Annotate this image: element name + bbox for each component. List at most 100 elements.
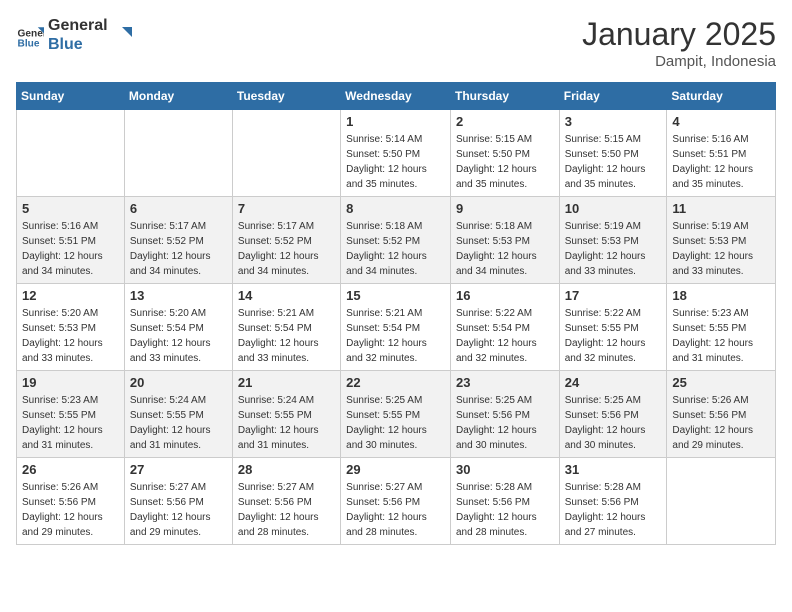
calendar-week-4: 19 Sunrise: 5:23 AMSunset: 5:55 PMDayligh… bbox=[17, 371, 776, 458]
day-info: Sunrise: 5:26 AMSunset: 5:56 PMDaylight:… bbox=[22, 480, 119, 540]
day-info: Sunrise: 5:24 AMSunset: 5:55 PMDaylight:… bbox=[130, 393, 227, 453]
day-number: 23 bbox=[456, 375, 554, 390]
day-info: Sunrise: 5:25 AMSunset: 5:56 PMDaylight:… bbox=[565, 393, 662, 453]
calendar-week-3: 12Sunrise: 5:20 AMSunset: 5:53 PMDayligh… bbox=[17, 284, 776, 371]
col-saturday: Saturday bbox=[667, 83, 776, 110]
day-info: Sunrise: 5:23 AMSunset: 5:55 PMDaylight:… bbox=[672, 306, 770, 366]
day-info: Sunrise: 5:21 AMSunset: 5:54 PMDaylight:… bbox=[238, 306, 335, 366]
day-number: 10 bbox=[565, 201, 662, 216]
calendar-cell: 19 Sunrise: 5:23 AMSunset: 5:55 PMDayligh… bbox=[17, 371, 125, 458]
location: Dampit, Indonesia bbox=[582, 53, 776, 70]
calendar-week-5: 26 Sunrise: 5:26 AMSunset: 5:56 PMDayligh… bbox=[17, 458, 776, 545]
day-info: Sunrise: 5:21 AMSunset: 5:54 PMDaylight:… bbox=[346, 306, 445, 366]
day-info: Sunrise: 5:14 AMSunset: 5:50 PMDaylight:… bbox=[346, 132, 445, 192]
day-number: 22 bbox=[346, 375, 445, 390]
day-info: Sunrise: 5:16 AMSunset: 5:51 PMDaylight:… bbox=[22, 219, 119, 279]
day-number: 26 bbox=[22, 462, 119, 477]
day-number: 18 bbox=[672, 288, 770, 303]
day-info: Sunrise: 5:23 AMSunset: 5:55 PMDaylight:… bbox=[22, 393, 119, 453]
day-number: 3 bbox=[565, 114, 662, 129]
calendar-cell: 31 Sunrise: 5:28 AMSunset: 5:56 PMDayligh… bbox=[559, 458, 667, 545]
calendar-week-2: 5 Sunrise: 5:16 AMSunset: 5:51 PMDaylight… bbox=[17, 197, 776, 284]
calendar-cell bbox=[17, 110, 125, 197]
calendar-cell: 23Sunrise: 5:25 AMSunset: 5:56 PMDayligh… bbox=[450, 371, 559, 458]
day-number: 15 bbox=[346, 288, 445, 303]
calendar-cell: 5 Sunrise: 5:16 AMSunset: 5:51 PMDaylight… bbox=[17, 197, 125, 284]
calendar-week-1: 1Sunrise: 5:14 AMSunset: 5:50 PMDaylight… bbox=[17, 110, 776, 197]
day-info: Sunrise: 5:19 AMSunset: 5:53 PMDaylight:… bbox=[565, 219, 662, 279]
calendar-cell: 11 Sunrise: 5:19 AMSunset: 5:53 PMDayligh… bbox=[667, 197, 776, 284]
day-number: 30 bbox=[456, 462, 554, 477]
calendar-cell: 28 Sunrise: 5:27 AMSunset: 5:56 PMDayligh… bbox=[232, 458, 340, 545]
calendar-cell: 12Sunrise: 5:20 AMSunset: 5:53 PMDayligh… bbox=[17, 284, 125, 371]
day-info: Sunrise: 5:20 AMSunset: 5:54 PMDaylight:… bbox=[130, 306, 227, 366]
calendar-cell: 2Sunrise: 5:15 AMSunset: 5:50 PMDaylight… bbox=[450, 110, 559, 197]
calendar-cell: 30 Sunrise: 5:28 AMSunset: 5:56 PMDayligh… bbox=[450, 458, 559, 545]
calendar-cell bbox=[124, 110, 232, 197]
logo-wave-icon bbox=[112, 25, 132, 45]
day-number: 24 bbox=[565, 375, 662, 390]
day-number: 14 bbox=[238, 288, 335, 303]
page-header: General Blue General Blue January 2025 D… bbox=[16, 16, 776, 70]
day-number: 11 bbox=[672, 201, 770, 216]
day-number: 28 bbox=[238, 462, 335, 477]
calendar-cell: 21 Sunrise: 5:24 AMSunset: 5:55 PMDayligh… bbox=[232, 371, 340, 458]
month-title: January 2025 bbox=[582, 16, 776, 53]
col-sunday: Sunday bbox=[17, 83, 125, 110]
day-info: Sunrise: 5:19 AMSunset: 5:53 PMDaylight:… bbox=[672, 219, 770, 279]
day-number: 5 bbox=[22, 201, 119, 216]
day-info: Sunrise: 5:27 AMSunset: 5:56 PMDaylight:… bbox=[130, 480, 227, 540]
day-number: 16 bbox=[456, 288, 554, 303]
title-block: January 2025 Dampit, Indonesia bbox=[582, 16, 776, 70]
day-info: Sunrise: 5:16 AMSunset: 5:51 PMDaylight:… bbox=[672, 132, 770, 192]
day-number: 29 bbox=[346, 462, 445, 477]
col-friday: Friday bbox=[559, 83, 667, 110]
day-info: Sunrise: 5:27 AMSunset: 5:56 PMDaylight:… bbox=[238, 480, 335, 540]
day-info: Sunrise: 5:22 AMSunset: 5:55 PMDaylight:… bbox=[565, 306, 662, 366]
calendar-table: Sunday Monday Tuesday Wednesday Thursday… bbox=[16, 82, 776, 545]
day-info: Sunrise: 5:28 AMSunset: 5:56 PMDaylight:… bbox=[456, 480, 554, 540]
calendar-cell: 3Sunrise: 5:15 AMSunset: 5:50 PMDaylight… bbox=[559, 110, 667, 197]
day-number: 4 bbox=[672, 114, 770, 129]
calendar-cell: 10 Sunrise: 5:19 AMSunset: 5:53 PMDayligh… bbox=[559, 197, 667, 284]
calendar-cell: 25Sunrise: 5:26 AMSunset: 5:56 PMDayligh… bbox=[667, 371, 776, 458]
day-info: Sunrise: 5:24 AMSunset: 5:55 PMDaylight:… bbox=[238, 393, 335, 453]
logo-line2: Blue bbox=[48, 35, 108, 54]
day-number: 21 bbox=[238, 375, 335, 390]
calendar-cell: 20 Sunrise: 5:24 AMSunset: 5:55 PMDayligh… bbox=[124, 371, 232, 458]
day-number: 6 bbox=[130, 201, 227, 216]
day-info: Sunrise: 5:17 AMSunset: 5:52 PMDaylight:… bbox=[238, 219, 335, 279]
day-number: 17 bbox=[565, 288, 662, 303]
day-number: 25 bbox=[672, 375, 770, 390]
calendar-cell: 9Sunrise: 5:18 AMSunset: 5:53 PMDaylight… bbox=[450, 197, 559, 284]
calendar-cell: 26 Sunrise: 5:26 AMSunset: 5:56 PMDayligh… bbox=[17, 458, 125, 545]
logo: General Blue General Blue bbox=[16, 16, 132, 54]
calendar-cell: 13Sunrise: 5:20 AMSunset: 5:54 PMDayligh… bbox=[124, 284, 232, 371]
calendar-cell: 7Sunrise: 5:17 AMSunset: 5:52 PMDaylight… bbox=[232, 197, 340, 284]
calendar-cell: 18 Sunrise: 5:23 AMSunset: 5:55 PMDayligh… bbox=[667, 284, 776, 371]
col-monday: Monday bbox=[124, 83, 232, 110]
day-info: Sunrise: 5:27 AMSunset: 5:56 PMDaylight:… bbox=[346, 480, 445, 540]
logo-line1: General bbox=[48, 16, 108, 35]
calendar-cell: 14 Sunrise: 5:21 AMSunset: 5:54 PMDayligh… bbox=[232, 284, 340, 371]
calendar-cell: 17 Sunrise: 5:22 AMSunset: 5:55 PMDayligh… bbox=[559, 284, 667, 371]
calendar-cell bbox=[667, 458, 776, 545]
calendar-cell bbox=[232, 110, 340, 197]
calendar-cell: 22 Sunrise: 5:25 AMSunset: 5:55 PMDayligh… bbox=[341, 371, 451, 458]
day-info: Sunrise: 5:28 AMSunset: 5:56 PMDaylight:… bbox=[565, 480, 662, 540]
calendar-cell: 6Sunrise: 5:17 AMSunset: 5:52 PMDaylight… bbox=[124, 197, 232, 284]
col-thursday: Thursday bbox=[450, 83, 559, 110]
calendar-cell: 15 Sunrise: 5:21 AMSunset: 5:54 PMDayligh… bbox=[341, 284, 451, 371]
col-wednesday: Wednesday bbox=[341, 83, 451, 110]
day-number: 19 bbox=[22, 375, 119, 390]
logo-icon: General Blue bbox=[16, 21, 44, 49]
day-info: Sunrise: 5:18 AMSunset: 5:52 PMDaylight:… bbox=[346, 219, 445, 279]
day-number: 20 bbox=[130, 375, 227, 390]
day-number: 27 bbox=[130, 462, 227, 477]
day-info: Sunrise: 5:25 AMSunset: 5:55 PMDaylight:… bbox=[346, 393, 445, 453]
day-info: Sunrise: 5:22 AMSunset: 5:54 PMDaylight:… bbox=[456, 306, 554, 366]
day-number: 9 bbox=[456, 201, 554, 216]
day-number: 8 bbox=[346, 201, 445, 216]
day-number: 2 bbox=[456, 114, 554, 129]
day-number: 31 bbox=[565, 462, 662, 477]
